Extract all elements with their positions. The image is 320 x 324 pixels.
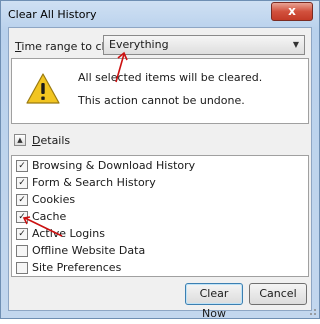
checkbox[interactable]: ✓: [16, 177, 28, 189]
warning-icon: [26, 73, 60, 104]
dialog-content: Time range to clear: Everything ▼ All se…: [8, 27, 312, 320]
checkbox[interactable]: [16, 262, 28, 274]
dropdown-arrow-icon[interactable]: ▼: [293, 40, 299, 49]
list-item-label: Site Preferences: [32, 261, 122, 274]
checkbox[interactable]: ✓: [16, 160, 28, 172]
cancel-button[interactable]: Cancel: [249, 283, 307, 305]
clear-now-button[interactable]: Clear Now: [185, 283, 243, 320]
warning-line-2: This action cannot be undone.: [78, 94, 245, 107]
checkbox[interactable]: ✓: [16, 228, 28, 240]
history-items-list: ✓ Browsing & Download History ✓ Form & S…: [11, 155, 309, 277]
checkbox[interactable]: ✓: [16, 211, 28, 223]
warning-box: All selected items will be cleared. This…: [11, 58, 309, 124]
title-bar[interactable]: Clear All History x: [1, 1, 319, 29]
time-range-select[interactable]: Everything ▼: [103, 35, 305, 55]
resize-grip-icon[interactable]: [307, 306, 317, 316]
list-item-label: Active Logins: [32, 227, 105, 240]
list-item-label: Cache: [32, 210, 67, 223]
details-label[interactable]: Details: [32, 134, 70, 147]
close-button[interactable]: x: [271, 2, 313, 21]
list-item-label: Browsing & Download History: [32, 159, 196, 172]
details-label-text: etails: [40, 134, 71, 147]
warning-line-1: All selected items will be cleared.: [78, 71, 263, 84]
list-item-label: Cookies: [32, 193, 76, 206]
time-range-value: Everything: [109, 38, 169, 51]
checkbox[interactable]: ✓: [16, 194, 28, 206]
checkbox[interactable]: [16, 245, 28, 257]
window-title: Clear All History: [8, 8, 97, 21]
clear-history-dialog: Clear All History x Time range to clear:…: [0, 0, 320, 320]
list-item-label: Offline Website Data: [32, 244, 146, 257]
list-item-label: Form & Search History: [32, 176, 156, 189]
details-toggle-icon[interactable]: ▲: [14, 134, 26, 146]
